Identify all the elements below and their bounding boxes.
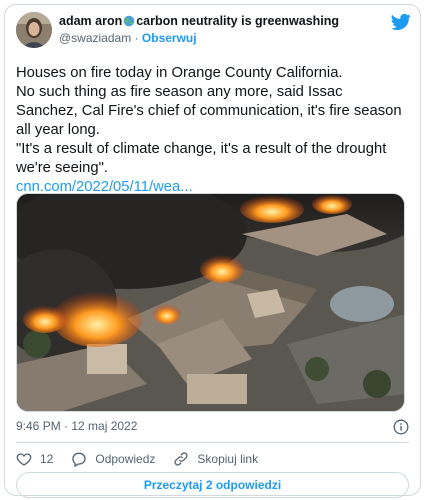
globe-icon <box>123 15 135 27</box>
follow-button[interactable]: Obserwuj <box>142 31 197 45</box>
reply-button[interactable]: Odpowiedz <box>71 451 155 467</box>
reply-label: Odpowiedz <box>95 452 156 466</box>
tweet-text-line: No such thing as fire season any more, s… <box>16 84 402 138</box>
action-bar: 12 Odpowiedz Skopiuj link <box>16 450 409 468</box>
likes-count: 12 <box>40 452 54 466</box>
divider <box>16 442 409 443</box>
tweet-header: adam aron carbon neutrality is greenwash… <box>16 12 411 56</box>
info-icon[interactable] <box>393 419 409 435</box>
like-button[interactable]: 12 <box>16 451 53 467</box>
fire-photo <box>17 194 404 411</box>
display-name-suffix[interactable]: carbon neutrality is greenwashing <box>136 13 339 29</box>
copy-link-button[interactable]: Skopiuj link <box>173 451 258 467</box>
reply-icon <box>72 452 86 467</box>
link-icon <box>174 452 188 466</box>
avatar[interactable] <box>16 12 52 48</box>
separator-dot: · <box>134 31 139 45</box>
author-handle[interactable]: @swaziadam <box>59 31 131 45</box>
tweet-text: Houses on fire today in Orange County Ca… <box>16 64 406 197</box>
author-block: adam aron carbon neutrality is greenwash… <box>59 13 381 46</box>
tweet-meta: 9:46 PM · 12 maj 2022 <box>16 419 409 437</box>
tweet-text-line: Houses on fire today in Orange County Ca… <box>16 65 343 81</box>
tweet-text-line: "It's a result of climate change, it's a… <box>16 141 387 176</box>
display-name[interactable]: adam aron <box>59 13 122 29</box>
read-replies-button[interactable]: Przeczytaj 2 odpowiedzi <box>16 472 409 498</box>
timestamp[interactable]: 9:46 PM · 12 maj 2022 <box>16 419 137 433</box>
author-name[interactable]: adam aron carbon neutrality is greenwash… <box>59 13 381 29</box>
twitter-bird-icon[interactable] <box>391 12 411 32</box>
tweet-photo[interactable] <box>16 193 405 412</box>
copy-link-label: Skopiuj link <box>197 452 259 466</box>
heart-icon <box>16 453 32 466</box>
handle-row: @swaziadam · Obserwuj <box>59 30 381 46</box>
